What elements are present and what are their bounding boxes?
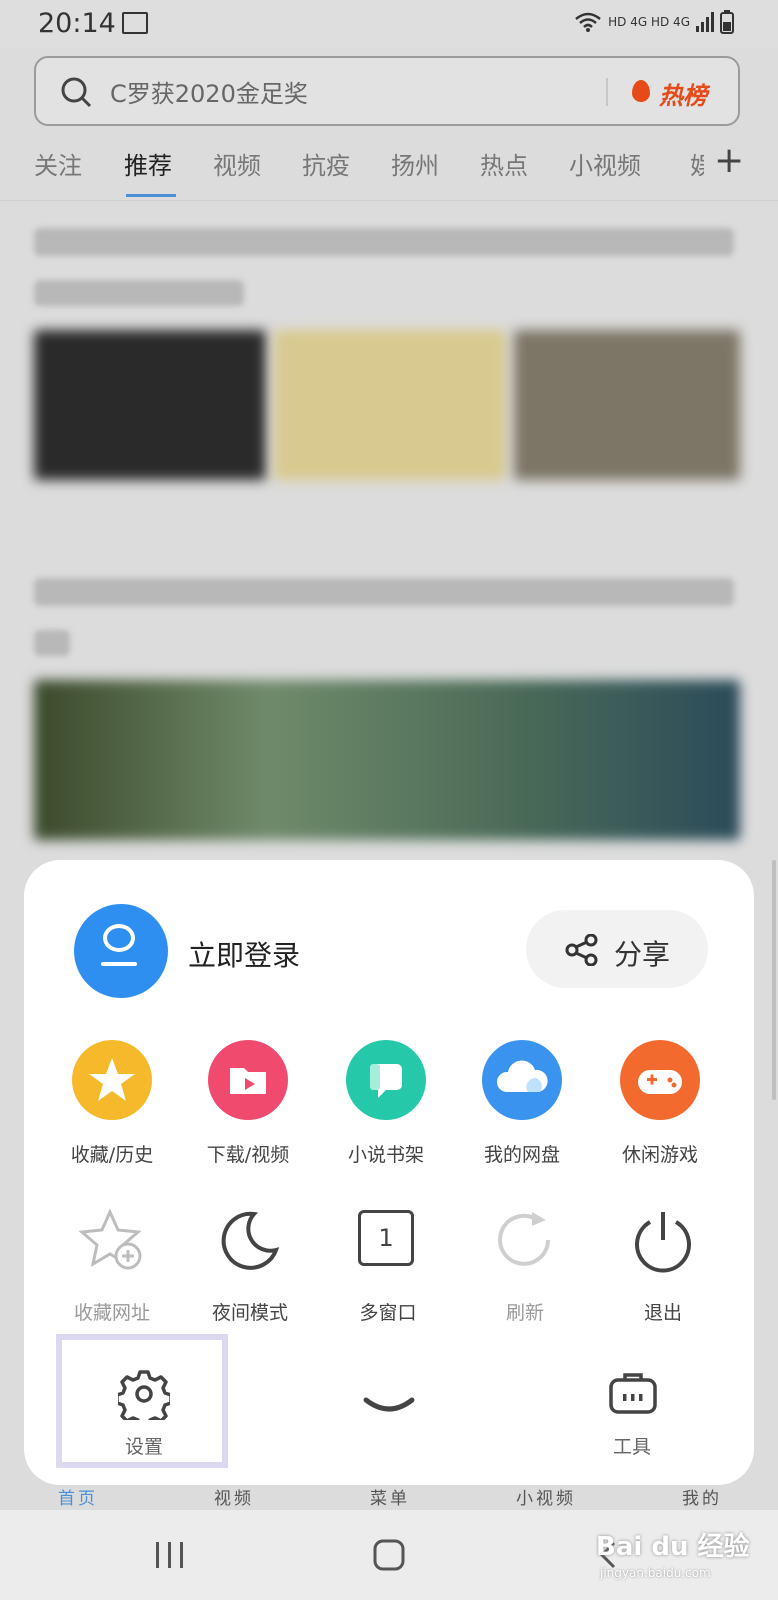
favorites-history-button[interactable] [72,1040,152,1120]
feed-thumbnail [274,330,506,480]
add-tab-button[interactable]: + [714,140,744,181]
feed-title-blur [34,280,244,306]
feed-thumbnail [34,680,740,840]
folder-play-icon [230,1068,266,1094]
nav-menu[interactable]: 菜单 [370,1484,410,1509]
image-notification-icon [122,12,148,34]
share-icon [565,934,598,966]
refresh-icon[interactable] [490,1206,560,1276]
toolbox-icon[interactable] [608,1370,658,1416]
feed-title-blur [34,228,734,256]
nav-video[interactable]: 视频 [214,1484,254,1509]
watermark-logo: Bai du 经验 [596,1532,750,1562]
scrollbar[interactable] [772,860,776,1100]
tab-recommend[interactable]: 推荐 [124,146,172,181]
tools-label: 工具 [612,1436,651,1458]
user-icon-base [101,962,137,966]
user-icon [103,924,135,952]
network-indicator: HD 4G HD 4G [608,15,690,29]
chevron-down-icon[interactable] [362,1394,416,1422]
gamepad-icon [638,1070,682,1094]
cloud-icon [496,1060,548,1092]
feed-title-blur [34,578,734,606]
search-divider [606,78,608,106]
nav-mine[interactable]: 我的 [682,1484,722,1509]
watermark-site: jingyan.baidu.com [600,1566,711,1580]
recent-apps-icon[interactable] [154,1540,186,1570]
casual-games-button[interactable] [620,1040,700,1120]
bookmark-url-label: 收藏网址 [73,1302,150,1324]
tab-epidemic[interactable]: 抗疫 [302,146,350,181]
downloads-video-label: 下载/视频 [206,1144,290,1166]
feed-title-blur [34,630,70,656]
feed-thumbnail [514,330,740,480]
multi-window-label: 多窗口 [359,1302,417,1324]
novel-shelf-label: 小说书架 [347,1144,424,1166]
tab-video[interactable]: 视频 [213,146,261,181]
feed-thumbnail [34,330,266,480]
refresh-label: 刷新 [505,1302,544,1324]
share-label: 分享 [614,938,671,971]
signal-icon [696,12,714,32]
novel-shelf-button[interactable] [346,1040,426,1120]
home-icon[interactable] [372,1538,406,1572]
tab-follow[interactable]: 关注 [34,146,82,181]
settings-label: 设置 [124,1436,163,1458]
moon-icon[interactable] [214,1206,284,1276]
login-button[interactable]: 立即登录 [188,934,300,974]
casual-games-label: 休闲游戏 [621,1144,698,1166]
star-icon [89,1058,135,1101]
search-icon [61,77,92,108]
battery-icon [720,10,734,34]
tab-yangzhou[interactable]: 扬州 [391,146,439,181]
tab-entertainment[interactable]: 娱 [690,146,704,181]
tab-hot[interactable]: 热点 [480,146,528,181]
multi-window-button[interactable]: 1 [358,1210,414,1266]
favorites-history-label: 收藏/历史 [70,1144,154,1166]
status-indicators: HD 4G HD 4G [574,10,734,34]
status-time: 20:14 [38,8,116,39]
hot-list-button[interactable]: 热榜 [659,76,707,111]
search-input[interactable]: C罗获2020金足奖 [110,74,308,109]
tab-short-video[interactable]: 小视频 [569,146,641,181]
cloud-drive-button[interactable] [482,1040,562,1120]
gear-icon[interactable] [118,1368,170,1420]
wifi-icon [575,12,601,32]
night-mode-label: 夜间模式 [211,1302,288,1324]
nav-home[interactable]: 首页 [58,1484,98,1509]
bookmark-add-icon[interactable] [78,1206,148,1276]
nav-short-video[interactable]: 小视频 [516,1484,576,1509]
flame-icon [632,80,650,102]
exit-label: 退出 [643,1302,682,1324]
tabs-divider [0,200,778,201]
cloud-drive-label: 我的网盘 [483,1144,560,1166]
active-tab-indicator [126,194,176,197]
book-icon [370,1064,402,1098]
downloads-video-button[interactable] [208,1040,288,1120]
power-icon[interactable] [628,1206,698,1276]
